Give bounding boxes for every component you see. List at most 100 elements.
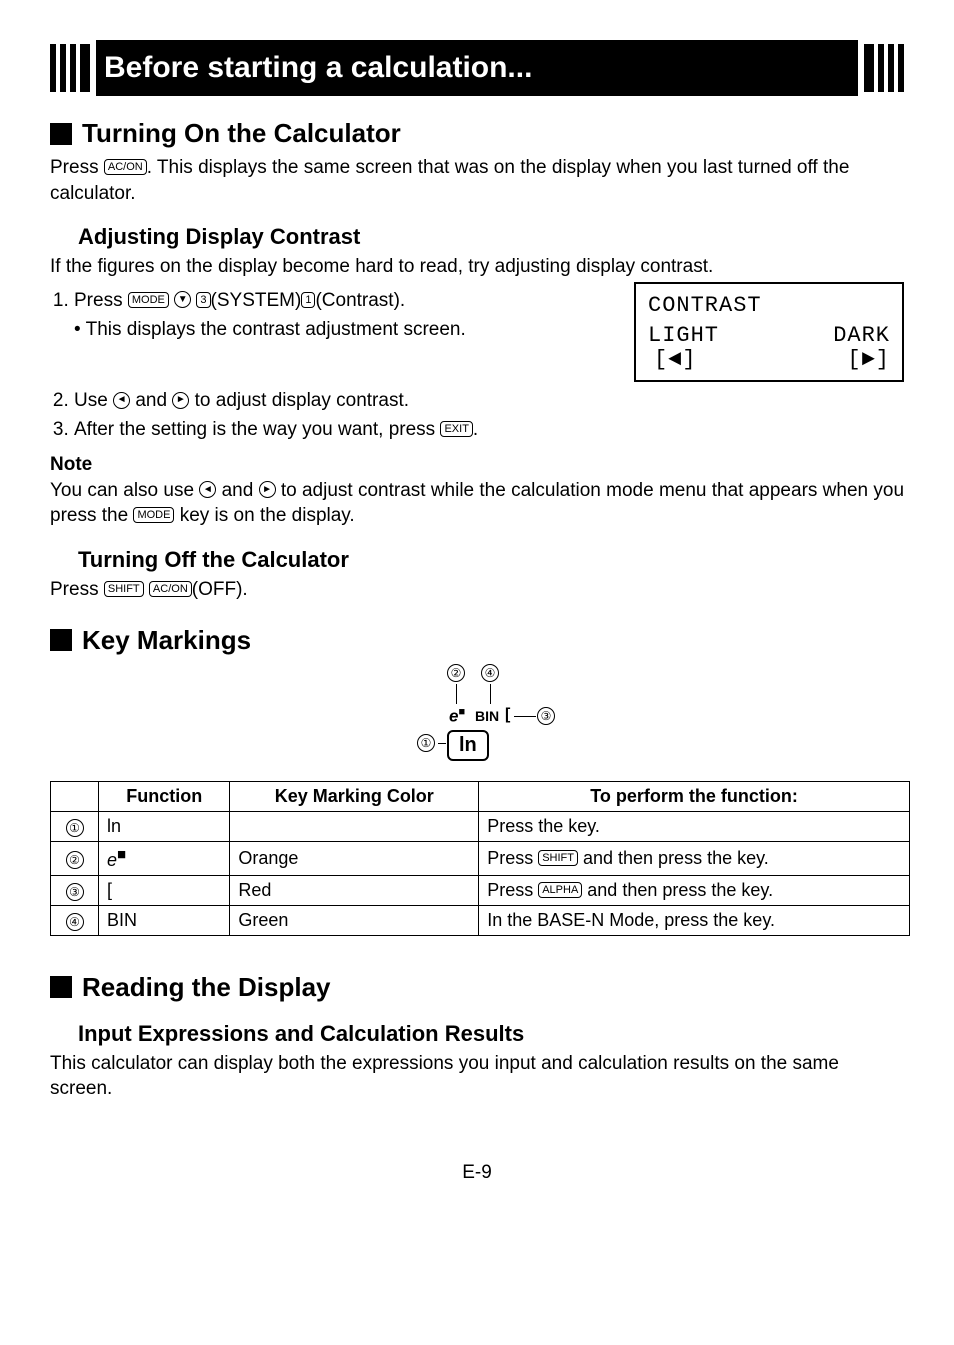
heading-text: Reading the Display — [82, 972, 331, 1003]
contrast-step-3: After the setting is the way you want, p… — [74, 417, 904, 444]
section-heading-key-markings: Key Markings — [50, 625, 904, 656]
heading-text: Turning On the Calculator — [82, 118, 401, 149]
text-fragment: . This displays the same screen that was… — [50, 157, 849, 204]
function-cell: e■ — [99, 841, 230, 875]
contrast-light-col: LIGHT [◄] — [648, 324, 719, 372]
banner-bars-left — [50, 40, 96, 96]
table-row: ④ BIN Green In the BASE-N Mode, press th… — [51, 905, 910, 935]
contrast-steps: Press MODE ▼ 3(SYSTEM)1(Contrast). — [50, 288, 594, 315]
page-title: Before starting a calculation... — [96, 40, 858, 96]
contrast-intro: If the figures on the display become har… — [50, 254, 904, 280]
exit-key-icon: EXIT — [440, 421, 472, 437]
diagram-bracket-label: [ — [505, 706, 510, 724]
subheading-text: Adjusting Display Contrast — [78, 224, 360, 250]
down-arrow-key-icon: ▼ — [174, 291, 191, 308]
square-bullet-icon — [50, 629, 72, 651]
reading-paragraph: This calculator can display both the exp… — [50, 1051, 904, 1102]
text-fragment: You can also use — [50, 480, 199, 501]
circled-3-icon: ③ — [66, 883, 84, 901]
color-cell — [230, 811, 479, 841]
text-fragment: key is on the display. — [174, 505, 354, 526]
page-number: E-9 — [50, 1162, 904, 1184]
subheading-text: Input Expressions and Calculation Result… — [78, 1021, 524, 1047]
diagram-ln-key: ln — [447, 730, 489, 761]
note-paragraph: You can also use ◄ and ► to adjust contr… — [50, 478, 904, 529]
ring-bullet-icon — [50, 227, 70, 247]
ring-bullet-icon — [50, 1024, 70, 1044]
shift-key-icon: SHIFT — [538, 850, 578, 866]
contrast-bullet: • This displays the contrast adjustment … — [74, 319, 594, 341]
action-cell: Press SHIFT and then press the key. — [479, 841, 910, 875]
contrast-steps-cont: Use ◄ and ► to adjust display contrast. … — [50, 388, 904, 443]
text-fragment: Press — [50, 157, 104, 178]
contrast-dark-label: DARK — [833, 324, 890, 348]
table-row: ② e■ Orange Press SHIFT and then press t… — [51, 841, 910, 875]
subheading-input-expressions: Input Expressions and Calculation Result… — [50, 1021, 904, 1047]
function-cell: ln — [99, 811, 230, 841]
square-bullet-icon — [50, 976, 72, 998]
text-fragment: to adjust display contrast. — [189, 390, 409, 411]
function-cell: BIN — [99, 905, 230, 935]
table-header: Function — [99, 781, 230, 811]
contrast-step-1: Press MODE ▼ 3(SYSTEM)1(Contrast). — [74, 288, 594, 315]
section-heading-turning-on: Turning On the Calculator — [50, 118, 904, 149]
mode-key-icon: MODE — [133, 507, 174, 523]
turnoff-paragraph: Press SHIFT AC/ON(OFF). — [50, 577, 904, 603]
left-arrow-key-icon: ◄ — [113, 392, 130, 409]
diagram-bin-label: BIN — [475, 708, 499, 724]
subheading-turnoff: Turning Off the Calculator — [50, 547, 904, 573]
table-header — [51, 781, 99, 811]
subheading-text: Turning Off the Calculator — [78, 547, 349, 573]
table-header-row: Function Key Marking Color To perform th… — [51, 781, 910, 811]
circled-4-icon: ④ — [66, 913, 84, 931]
circled-4-icon: ④ — [481, 664, 499, 682]
action-cell: Press the key. — [479, 811, 910, 841]
text-fragment: and — [216, 480, 258, 501]
acon-key-icon: AC/ON — [104, 159, 147, 175]
contrast-light-label: LIGHT — [648, 324, 719, 348]
ring-bullet-icon — [50, 550, 70, 570]
one-key-icon: 1 — [301, 292, 315, 308]
table-header: To perform the function: — [479, 781, 910, 811]
text-fragment: and — [130, 390, 172, 411]
banner-bars-right — [858, 40, 904, 96]
key-markings-diagram: ① ② ③ ④ e■ BIN [ ln — [50, 664, 904, 769]
contrast-dark-arrow: [►] — [833, 348, 890, 372]
text-fragment: After the setting is the way you want, p… — [74, 419, 440, 440]
text-fragment: (Contrast). — [315, 290, 405, 311]
heading-text: Key Markings — [82, 625, 251, 656]
page-title-banner: Before starting a calculation... — [50, 40, 904, 96]
section-heading-reading-display: Reading the Display — [50, 972, 904, 1003]
action-cell: In the BASE-N Mode, press the key. — [479, 905, 910, 935]
mode-key-icon: MODE — [128, 292, 169, 308]
shift-key-icon: SHIFT — [104, 581, 144, 597]
text-fragment: . — [473, 419, 478, 440]
contrast-step-2: Use ◄ and ► to adjust display contrast. — [74, 388, 904, 415]
table-row: ③ [ Red Press ALPHA and then press the k… — [51, 875, 910, 905]
subheading-contrast: Adjusting Display Contrast — [50, 224, 904, 250]
table-row: ① ln Press the key. — [51, 811, 910, 841]
key-markings-table: Function Key Marking Color To perform th… — [50, 781, 910, 936]
action-cell: Press ALPHA and then press the key. — [479, 875, 910, 905]
table-header: Key Marking Color — [230, 781, 479, 811]
text-fragment: (OFF). — [192, 579, 248, 600]
circled-2-icon: ② — [66, 851, 84, 869]
turning-on-paragraph: Press AC/ON. This displays the same scre… — [50, 155, 904, 206]
color-cell: Orange — [230, 841, 479, 875]
circled-3-icon: ③ — [537, 707, 555, 725]
color-cell: Red — [230, 875, 479, 905]
contrast-screen-title: CONTRAST — [648, 294, 890, 318]
acon-key-icon: AC/ON — [149, 581, 192, 597]
text-fragment: Press — [74, 290, 128, 311]
diagram-e-label: e■ — [449, 706, 465, 727]
square-bullet-icon — [50, 123, 72, 145]
right-arrow-key-icon: ► — [259, 481, 276, 498]
circled-2-icon: ② — [447, 664, 465, 682]
left-arrow-key-icon: ◄ — [199, 481, 216, 498]
note-label: Note — [50, 454, 904, 476]
right-arrow-key-icon: ► — [172, 392, 189, 409]
circled-1-icon: ① — [417, 734, 435, 752]
three-key-icon: 3 — [196, 292, 210, 308]
text-fragment: Use — [74, 390, 113, 411]
function-cell: [ — [99, 875, 230, 905]
